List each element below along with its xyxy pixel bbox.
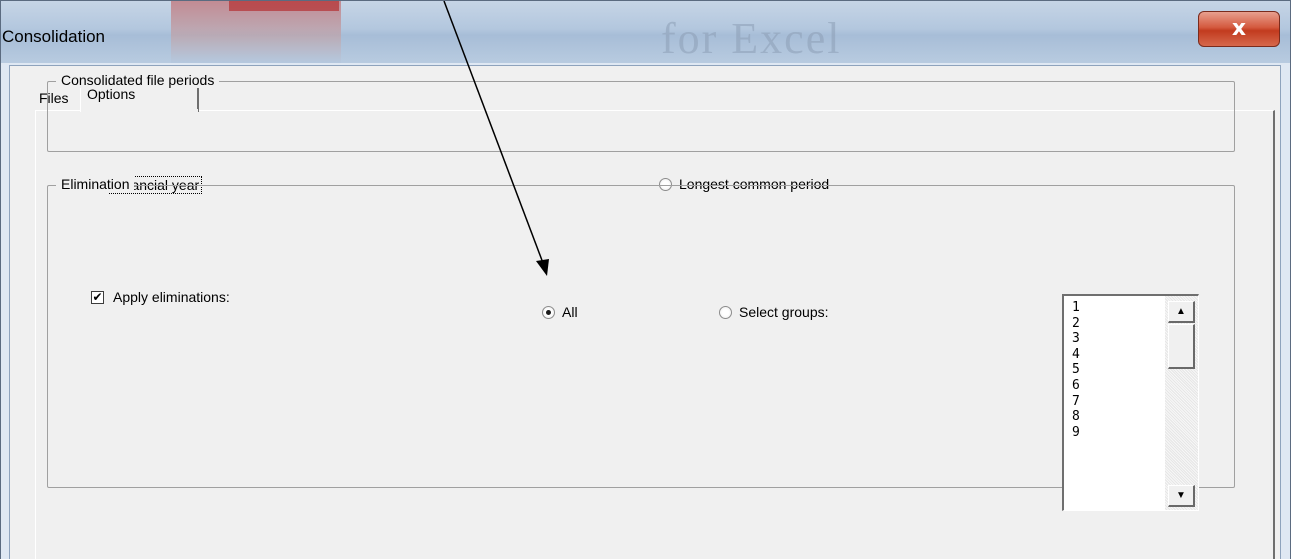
window-title: Consolidation (2, 27, 106, 46)
list-item[interactable]: 4 (1072, 347, 1080, 363)
elimination-group-legend: Elimination (56, 176, 135, 192)
list-item[interactable]: 5 (1072, 362, 1080, 378)
groups-list: 1 2 3 4 5 6 7 8 9 (1072, 300, 1080, 440)
all-groups-radio[interactable]: All (542, 304, 578, 320)
consolidation-dialog: for Excel Consolidation x Files Options … (0, 0, 1291, 559)
list-item[interactable]: 1 (1072, 300, 1080, 316)
scroll-up-arrow-icon[interactable]: ▲ (1168, 301, 1195, 323)
scroll-down-arrow-icon[interactable]: ▼ (1168, 485, 1195, 507)
periods-groupbox: Consolidated file periods (47, 72, 1235, 152)
select-groups-radio[interactable]: Select groups: (719, 304, 829, 320)
apply-eliminations-label: Apply eliminations: (113, 289, 230, 305)
periods-group-legend: Consolidated file periods (56, 72, 220, 88)
select-groups-label: Select groups: (739, 304, 829, 320)
title-bar[interactable]: for Excel Consolidation x (1, 1, 1290, 63)
groups-listbox[interactable]: 1 2 3 4 5 6 7 8 9 ▲ ▼ (1062, 294, 1199, 511)
groups-list-scrollbar[interactable]: ▲ ▼ (1165, 296, 1198, 510)
all-groups-label: All (562, 304, 578, 320)
list-item[interactable]: 7 (1072, 394, 1080, 410)
checkbox-check-icon: ✔ (91, 289, 104, 304)
radio-unchecked-indicator (719, 305, 732, 319)
list-item[interactable]: 2 (1072, 316, 1080, 332)
elimination-groupbox: Elimination (47, 176, 1235, 488)
apply-eliminations-checkbox[interactable]: ✔ Apply eliminations: (91, 289, 230, 305)
list-item[interactable]: 6 (1072, 378, 1080, 394)
title-watermark: for Excel (661, 14, 842, 63)
scroll-thumb[interactable] (1168, 324, 1195, 369)
title-background-logo-bar (229, 1, 339, 11)
close-button[interactable]: x (1198, 11, 1280, 47)
list-item[interactable]: 8 (1072, 409, 1080, 425)
list-item[interactable]: 9 (1072, 425, 1080, 441)
list-item[interactable]: 3 (1072, 331, 1080, 347)
radio-checked-indicator (542, 305, 555, 319)
